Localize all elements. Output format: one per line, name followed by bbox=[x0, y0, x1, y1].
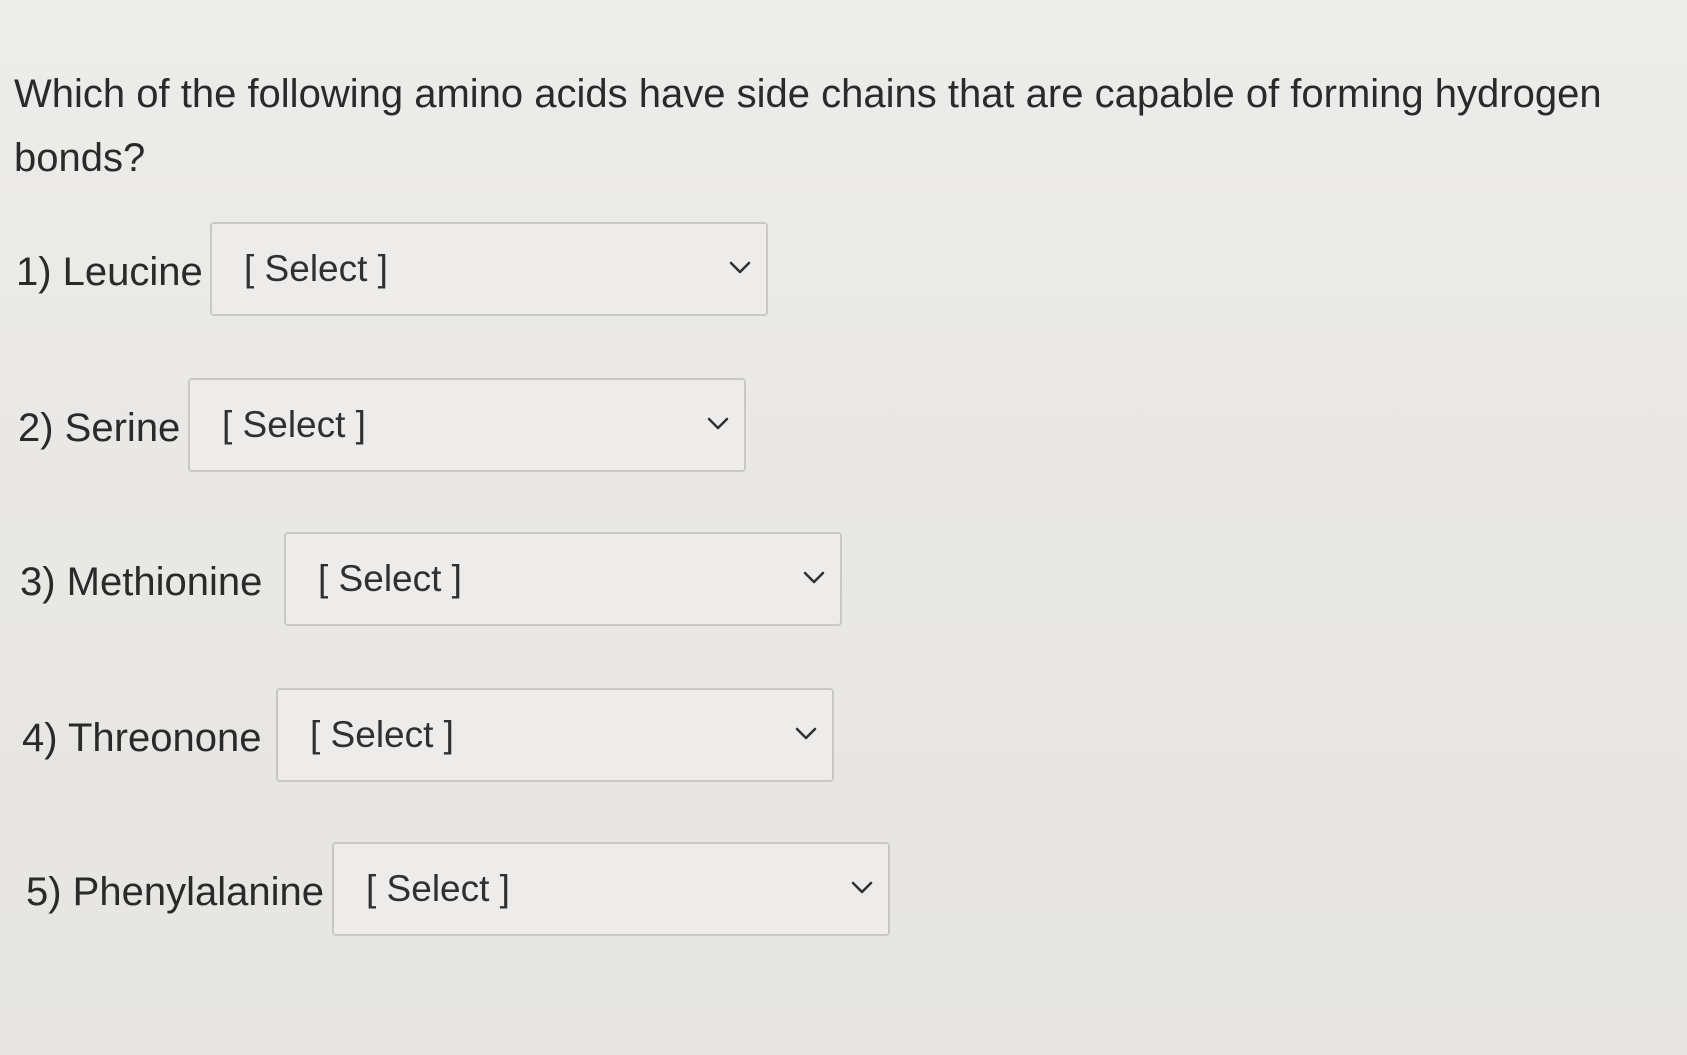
answer-select[interactable]: [ Select ] bbox=[188, 378, 746, 472]
select-value: [ Select ] bbox=[222, 404, 366, 445]
chevron-down-icon bbox=[795, 727, 817, 740]
row-label: 5) Phenylalanine bbox=[26, 870, 324, 914]
select-value: [ Select ] bbox=[318, 558, 462, 599]
row-label: 2) Serine bbox=[18, 406, 181, 450]
row-label: 3) Methionine bbox=[20, 560, 263, 604]
chevron-down-icon bbox=[707, 417, 729, 430]
answer-select[interactable]: [ Select ] bbox=[210, 222, 768, 316]
answer-select[interactable]: [ Select ] bbox=[276, 688, 834, 782]
chevron-down-icon bbox=[803, 571, 825, 584]
question-text: Which of the following amino acids have … bbox=[14, 72, 1602, 180]
select-value: [ Select ] bbox=[310, 714, 454, 755]
row-label: 4) Threonone bbox=[22, 716, 262, 760]
chevron-down-icon bbox=[729, 261, 751, 274]
answer-select[interactable]: [ Select ] bbox=[332, 842, 890, 936]
chevron-down-icon bbox=[851, 881, 873, 894]
select-value: [ Select ] bbox=[244, 248, 388, 289]
answer-select[interactable]: [ Select ] bbox=[284, 532, 842, 626]
row-label: 1) Leucine bbox=[16, 250, 203, 294]
select-value: [ Select ] bbox=[366, 868, 510, 909]
